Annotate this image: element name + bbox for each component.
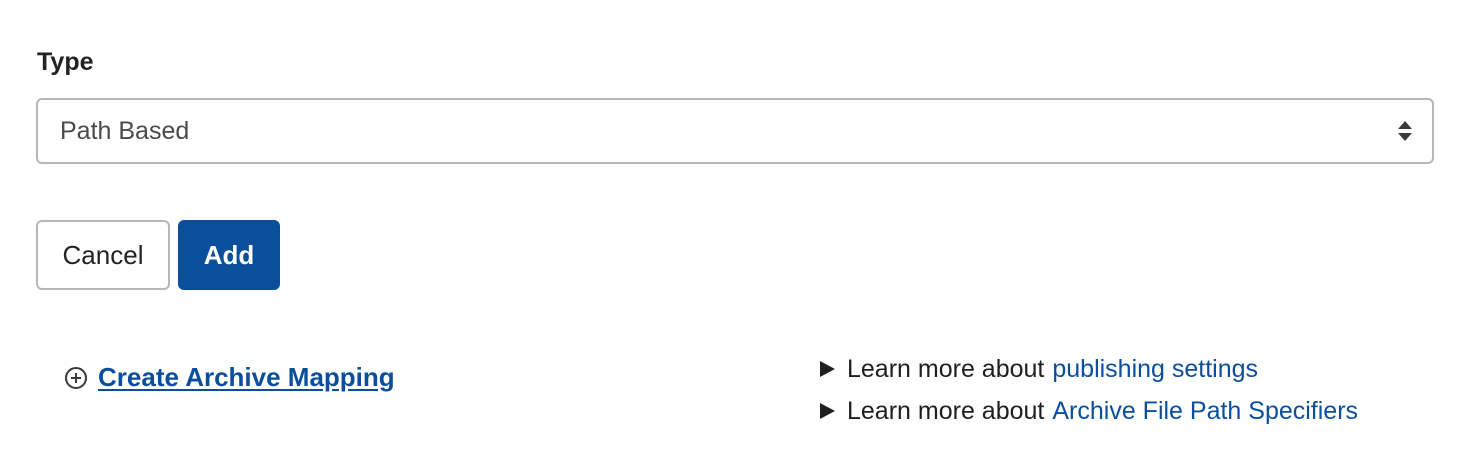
type-select-value: Path Based: [60, 116, 190, 145]
publishing-settings-link[interactable]: publishing settings: [1052, 355, 1258, 384]
plus-circle-icon: [65, 366, 87, 389]
create-archive-mapping-link[interactable]: Create Archive Mapping: [64, 362, 395, 393]
create-archive-mapping-label: Create Archive Mapping: [98, 362, 395, 392]
learn-more-prefix: Learn more about: [847, 354, 1045, 383]
learn-more-list: Learn more about publishing settings Lea…: [820, 348, 1358, 432]
select-arrows-icon: [1398, 121, 1412, 141]
disclosure-triangle-icon: [820, 361, 835, 377]
archive-file-path-specifiers-link[interactable]: Archive File Path Specifiers: [1052, 397, 1358, 426]
learn-more-archive-file-path-specifiers[interactable]: Learn more about Archive File Path Speci…: [820, 390, 1358, 432]
type-label: Type: [37, 48, 94, 76]
cancel-button[interactable]: Cancel: [36, 220, 170, 290]
disclosure-triangle-icon: [820, 403, 835, 419]
learn-more-prefix: Learn more about: [847, 396, 1045, 425]
add-button[interactable]: Add: [178, 220, 280, 290]
learn-more-publishing-settings[interactable]: Learn more about publishing settings: [820, 348, 1358, 390]
type-select[interactable]: Path Based: [36, 98, 1434, 164]
